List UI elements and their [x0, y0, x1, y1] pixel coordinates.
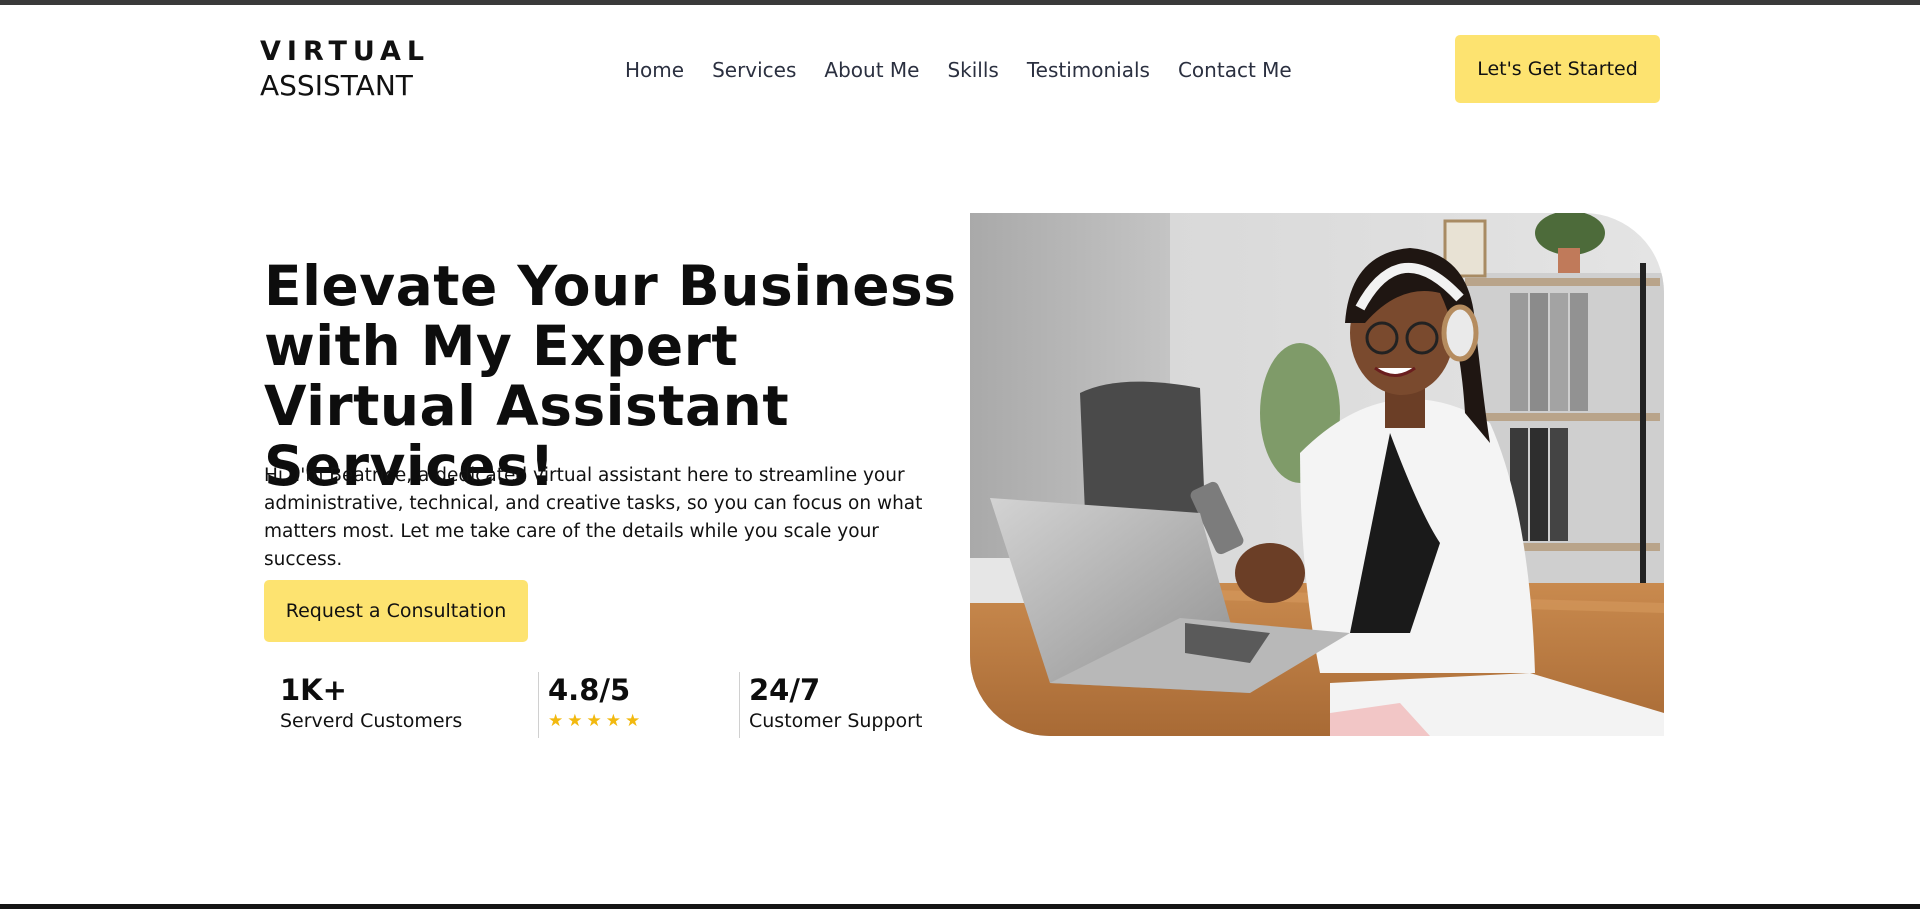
nav-link-about-me[interactable]: About Me [824, 58, 919, 82]
hero-description: Hi, I'm Beatrice, a dedicated virtual as… [264, 465, 923, 570]
brand-logo[interactable]: VIRTUAL ASSISTANT [260, 36, 430, 104]
star-icon: ★ [567, 711, 583, 731]
nav-link-home[interactable]: Home [625, 58, 684, 82]
stat-customers-value: 1K+ [280, 673, 347, 707]
star-icon: ★ [605, 711, 621, 731]
site-header: VIRTUAL ASSISTANT Home Services About Me… [0, 5, 1920, 130]
nav-link-services[interactable]: Services [712, 58, 796, 82]
rating-stars: ★ ★ ★ ★ ★ [548, 712, 640, 730]
brand-logo-line1: VIRTUAL [260, 36, 431, 67]
stat-customers-label: Serverd Customers [280, 710, 463, 732]
stat-support-label: Customer Support [749, 710, 923, 732]
hero-photo-illustration [970, 213, 1664, 736]
star-icon: ★ [625, 711, 641, 731]
nav-link-testimonials[interactable]: Testimonials [1027, 58, 1150, 82]
window-bottom-border [0, 904, 1920, 909]
stat-divider [739, 672, 740, 738]
hero-photo [970, 213, 1664, 736]
hero-title: Elevate Your Business with My Expert Vir… [264, 254, 957, 498]
stat-customers: 1K+ Serverd Customers [280, 672, 462, 738]
get-started-button[interactable]: Let's Get Started [1455, 35, 1660, 103]
main-nav: Home Services About Me Skills Testimonia… [625, 58, 1292, 82]
stat-rating-value: 4.8/5 [548, 673, 631, 707]
stat-support-value: 24/7 [749, 673, 821, 707]
stat-divider [538, 672, 539, 738]
stat-support: 24/7 Customer Support [749, 672, 922, 738]
star-icon: ★ [586, 711, 602, 731]
brand-logo-line2: ASSISTANT [260, 69, 413, 102]
nav-link-contact-me[interactable]: Contact Me [1178, 58, 1292, 82]
request-consultation-button[interactable]: Request a Consultation [264, 580, 528, 642]
nav-link-skills[interactable]: Skills [947, 58, 998, 82]
star-icon: ★ [548, 711, 564, 731]
stat-rating: 4.8/5 ★ ★ ★ ★ ★ [548, 672, 640, 738]
